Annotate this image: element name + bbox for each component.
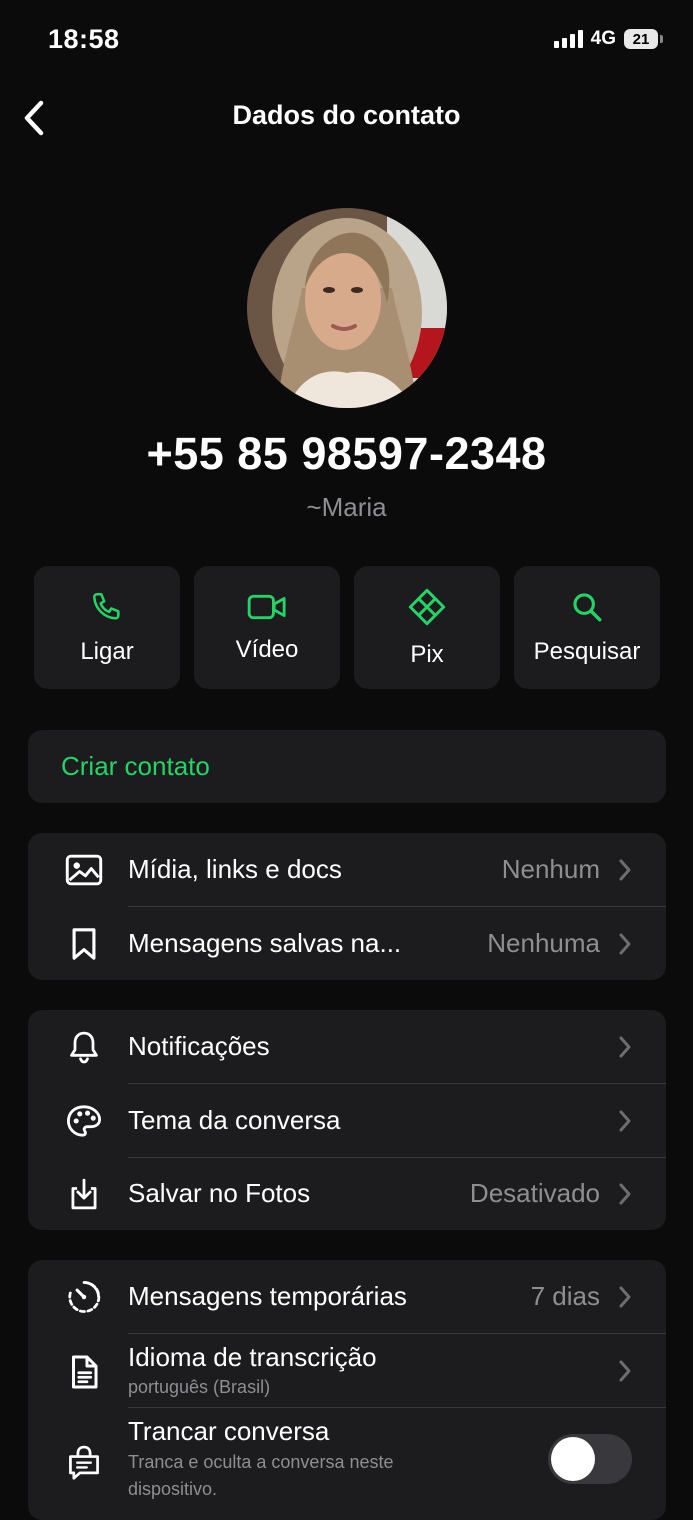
transcription-language-row[interactable]: Idioma de transcrição português (Brasil)	[28, 1334, 666, 1407]
chevron-right-icon	[619, 859, 631, 881]
page-title: Dados do contato	[232, 100, 461, 130]
search-button[interactable]: Pesquisar	[514, 566, 660, 689]
chevron-right-icon	[619, 1360, 631, 1382]
call-button[interactable]: Ligar	[34, 566, 180, 689]
status-time: 18:58	[48, 24, 120, 54]
call-label: Ligar	[80, 637, 134, 665]
phone-icon	[92, 592, 120, 620]
media-links-docs-row[interactable]: Mídia, links e docs Nenhum	[28, 833, 666, 906]
save-download-icon	[64, 1174, 104, 1214]
toggle-knob	[551, 1437, 595, 1481]
video-button[interactable]: Vídeo	[194, 566, 340, 689]
bookmark-icon	[64, 924, 104, 964]
privacy-group: Mensagens temporárias 7 dias Idioma de t…	[28, 1260, 666, 1520]
document-icon	[64, 1352, 104, 1392]
battery-level: 21	[624, 29, 658, 49]
row-label: Idioma de transcrição	[128, 1342, 377, 1372]
lock-chat-row: Trancar conversa Tranca e oculta a conve…	[28, 1408, 666, 1508]
video-icon	[247, 594, 286, 619]
pix-icon	[408, 588, 446, 625]
contact-name: ~Maria	[306, 492, 387, 522]
row-value: Desativado	[469, 1178, 600, 1208]
row-sublabel-line2: dispositivo.	[128, 1479, 218, 1499]
media-group: Mídia, links e docs Nenhum Mensagens sal…	[28, 833, 666, 980]
row-label: Notificações	[128, 1031, 270, 1061]
pix-label: Pix	[410, 640, 444, 668]
search-label: Pesquisar	[533, 637, 641, 665]
create-contact-label: Criar contato	[61, 751, 210, 781]
row-sublabel: Tranca e oculta a conversa neste	[128, 1452, 394, 1472]
contact-phone: +55 85 98597-2348	[146, 428, 547, 479]
chevron-right-icon	[619, 1183, 631, 1205]
image-icon	[64, 850, 104, 890]
chevron-right-icon	[619, 933, 631, 955]
palette-icon	[64, 1101, 104, 1141]
row-value: Nenhum	[501, 854, 600, 884]
row-label: Mensagens temporárias	[128, 1281, 407, 1311]
chevron-right-icon	[619, 1286, 631, 1308]
timer-icon	[64, 1277, 104, 1317]
row-value: Nenhuma	[487, 928, 600, 958]
network-type: 4G	[590, 28, 616, 49]
video-label: Vídeo	[235, 635, 299, 663]
lock-chat-toggle[interactable]	[548, 1434, 632, 1484]
row-label: Tema da conversa	[128, 1105, 341, 1135]
row-label: Mídia, links e docs	[128, 854, 342, 884]
avatar[interactable]	[247, 208, 447, 408]
search-icon	[573, 592, 602, 621]
saved-messages-row[interactable]: Mensagens salvas na... Nenhuma	[28, 907, 666, 980]
battery-icon: 21	[624, 29, 663, 49]
chat-theme-row[interactable]: Tema da conversa	[28, 1084, 666, 1157]
notifications-row[interactable]: Notificações	[28, 1010, 666, 1083]
chat-lock-icon	[64, 1442, 104, 1482]
bell-icon	[64, 1027, 104, 1067]
chevron-right-icon	[619, 1110, 631, 1132]
chevron-right-icon	[619, 1036, 631, 1058]
save-to-photos-row[interactable]: Salvar no Fotos Desativado	[28, 1158, 666, 1230]
disappearing-messages-row[interactable]: Mensagens temporárias 7 dias	[28, 1260, 666, 1333]
row-label: Trancar conversa	[128, 1416, 330, 1446]
settings-group: Notificações Tema da conversa Salvar no …	[28, 1010, 666, 1230]
row-label: Salvar no Fotos	[128, 1178, 311, 1208]
row-value: 7 dias	[530, 1281, 600, 1311]
action-tiles: Ligar Vídeo Pix Pesquisar	[34, 566, 660, 689]
create-contact-button[interactable]: Criar contato	[28, 730, 666, 803]
status-indicators: 4G 21	[553, 28, 663, 50]
row-sublabel: português (Brasil)	[128, 1377, 271, 1397]
signal-icon	[553, 30, 583, 48]
row-label: Mensagens salvas na...	[128, 928, 402, 958]
pix-button[interactable]: Pix	[354, 566, 500, 689]
